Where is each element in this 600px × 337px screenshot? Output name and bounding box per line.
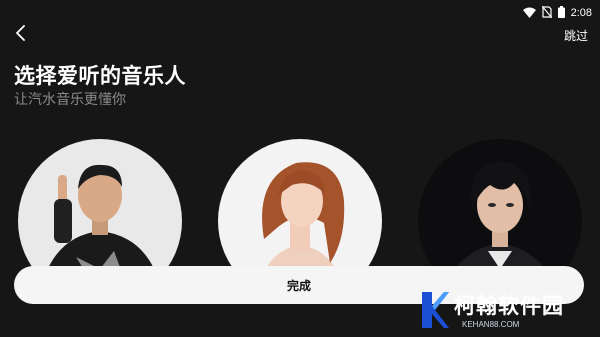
back-button[interactable] [10, 24, 32, 46]
chevron-left-icon [15, 25, 27, 45]
status-bar: 2:08 [0, 0, 600, 20]
watermark-url: KEHAN88.COM [462, 320, 520, 329]
wifi-icon [522, 3, 536, 22]
skip-button[interactable]: 跳过 [564, 27, 588, 44]
watermark-text: 柯翰软件园 [454, 294, 564, 318]
battery-icon [557, 3, 565, 22]
status-icons: 2:08 [522, 3, 592, 22]
no-sim-icon [541, 3, 553, 22]
watermark: 柯翰软件园 KEHAN88.COM [400, 286, 596, 334]
status-time: 2:08 [570, 6, 592, 19]
kehan-logo-icon [420, 290, 450, 334]
page-title: 选择爱听的音乐人 [14, 64, 186, 88]
page-subtitle: 让汽水音乐更懂你 [14, 92, 126, 108]
